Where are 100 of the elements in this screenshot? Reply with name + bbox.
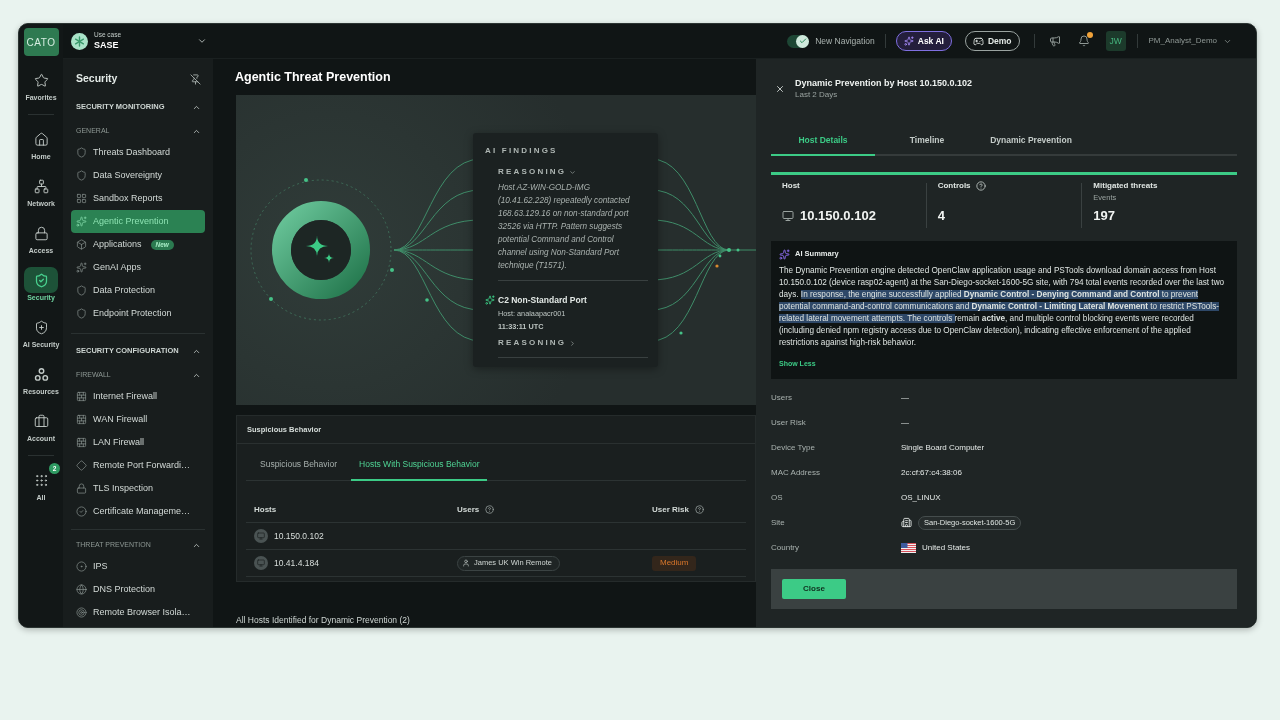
star-icon — [33, 72, 49, 88]
reasoning-text: Host AZ-WIN-GOLD-IMG (10.41.62.228) repeatedly contacted 168.63.129.16 on non-standard port 32526 via HTTP. Pattern suggests potential Command and Control channel using Non-Standard Port technique (T1571). — [498, 182, 631, 272]
sparkles-icon — [485, 295, 495, 305]
monitor-icon — [254, 529, 268, 543]
detail-value: — — [901, 416, 909, 429]
tab[interactable]: Hosts With Suspicious Behavior — [351, 449, 488, 481]
detail-label: Users — [771, 391, 793, 404]
grid-icon — [76, 193, 87, 204]
chevron-down-icon — [569, 168, 577, 176]
detail-label: Device Type — [771, 441, 816, 454]
bell-icon — [1077, 35, 1090, 47]
stat-value: 197 — [1093, 207, 1116, 226]
monitor-icon — [254, 556, 268, 570]
nav-item[interactable]: Certificate Manageme… — [71, 500, 205, 523]
target-icon — [76, 607, 87, 618]
detail-label: OS — [771, 491, 784, 504]
nav-item[interactable]: Threats Dashboard — [71, 141, 205, 164]
notifications-button[interactable] — [1077, 35, 1090, 47]
lock-icon — [33, 225, 49, 241]
user-icon — [462, 559, 470, 567]
sparkles-icon — [76, 216, 87, 227]
close-button[interactable]: Close — [782, 579, 846, 599]
reasoning-toggle[interactable]: REASONING — [498, 338, 577, 348]
shield-check-icon — [24, 267, 58, 293]
toggle-label: New Navigation — [815, 34, 875, 48]
stat-value: 4 — [937, 207, 945, 226]
detail-value: — — [901, 391, 909, 404]
detail-label: MAC Address — [771, 466, 821, 479]
lock-icon — [76, 483, 87, 494]
sparkles-icon — [779, 248, 790, 260]
nav-item[interactable]: LAN Firewall — [71, 431, 205, 454]
reasoning-toggle[interactable]: REASONING — [498, 167, 577, 177]
brick-wall-icon — [76, 437, 87, 448]
network-icon — [33, 178, 49, 194]
host-address: 10.41.4.184 — [274, 556, 319, 570]
nav-item[interactable]: Data Sovereignty — [71, 164, 205, 187]
chevron-down-icon — [197, 36, 207, 46]
stat-label: Controls — [937, 180, 971, 192]
circle-dot-icon — [76, 561, 87, 572]
asterisk-badge-icon — [71, 32, 88, 50]
briefcase-icon — [33, 413, 49, 429]
finding-title: C2 Non-Standard Port — [498, 293, 587, 307]
detail-label: Country — [771, 541, 800, 554]
sidebar-title: Security — [76, 71, 118, 87]
detail-label: User Risk — [771, 416, 807, 429]
column-header: Users — [457, 503, 480, 516]
help-icon — [975, 181, 986, 191]
monitor-icon — [782, 210, 794, 222]
stat-label: Host — [782, 180, 800, 192]
summary-text: The Dynamic Prevention engine detected OpenClaw application usage and PSTools download domain access from Host 10.150.0.102 (device rasp02-agent) at the San-Diego-socket-1600-5G site, with 794 total events recorded over the last two days. In response, the engine successfully applied Dynamic Control - Denying Command and Control to prevent potential command-and-control communications and Dynamic Control - Limiting Lateral Movement to restrict PSTools-related lateral movement attempts. The controls remain active, and multiple control blocking events were recorded (including denied npm registry access due to OpenClaw detection), indicating effective enforcement of the applied restrictions against high-risk behavior. — [779, 265, 1226, 349]
nav-item[interactable]: WAN Firewall — [71, 408, 205, 431]
close-icon — [775, 83, 785, 94]
detail-value: OS_LINUX — [901, 491, 941, 504]
page-title: Agentic Threat Prevention — [235, 69, 392, 86]
shield-icon — [76, 170, 87, 181]
nav-item[interactable]: Remote Port Forwardi… — [71, 454, 205, 477]
avatar[interactable]: JW — [1105, 31, 1126, 51]
brick-wall-icon — [76, 391, 87, 402]
nav-item[interactable]: DNS Protection — [71, 578, 205, 601]
circles-icon — [33, 366, 49, 382]
detail-value: United States — [922, 541, 971, 554]
detail-value: Single Board Computer — [901, 441, 985, 454]
announcements-button[interactable] — [1048, 35, 1061, 47]
nav-item[interactable]: Data Protection — [71, 279, 205, 302]
globe-icon — [76, 584, 87, 595]
nav-item[interactable]: Remote Browser Isola… — [71, 601, 205, 624]
brick-wall-icon — [76, 414, 87, 425]
column-header: Hosts — [254, 503, 277, 516]
panel-subtitle: Last 2 Days — [795, 89, 839, 100]
unpin-button[interactable] — [190, 73, 201, 85]
stat-value: 10.150.0.102 — [800, 207, 876, 226]
risk-badge: Medium — [652, 555, 697, 571]
cube-icon — [76, 239, 87, 250]
tab[interactable]: Suspicious Behavior — [246, 449, 351, 481]
nav-item[interactable]: Internet Firewall — [71, 385, 205, 408]
ask-ai-button[interactable]: Ask AI — [895, 31, 952, 51]
toggle-switch[interactable] — [787, 34, 810, 48]
megaphone-icon — [1048, 35, 1061, 47]
host-address: 10.150.0.102 — [274, 529, 324, 543]
nav-item[interactable]: IPS — [71, 555, 205, 578]
findings-title: AI FINDINGS — [485, 146, 559, 156]
shield-icon — [76, 308, 87, 319]
check-circle-icon — [76, 506, 87, 517]
shield-plus-icon — [33, 319, 49, 335]
user-menu[interactable]: PM_Analyst_Demo — [1148, 35, 1232, 47]
tab[interactable]: Dynamic Prevention — [979, 126, 1083, 156]
pin-off-icon — [190, 73, 201, 85]
tab[interactable]: Timeline — [875, 126, 979, 156]
nav-item[interactable]: GenAI Apps — [71, 256, 205, 279]
sparkles-icon — [76, 262, 87, 273]
nav-item[interactable]: TLS Inspection — [71, 477, 205, 500]
close-button[interactable] — [775, 83, 785, 94]
detail-value: 2c:cf:67:c4:38:06 — [901, 466, 962, 479]
tab[interactable]: Host Details — [771, 126, 875, 156]
gamepad-icon — [972, 35, 984, 47]
shield-icon — [76, 285, 87, 296]
nav-item[interactable]: Endpoint Protection — [71, 302, 205, 325]
section-caption: All Hosts Identified for Dynamic Prevention (2) — [236, 615, 411, 625]
nav-item[interactable]: Sandbox Reports — [71, 187, 205, 210]
stat-label: Mitigated threats — [1093, 180, 1158, 192]
